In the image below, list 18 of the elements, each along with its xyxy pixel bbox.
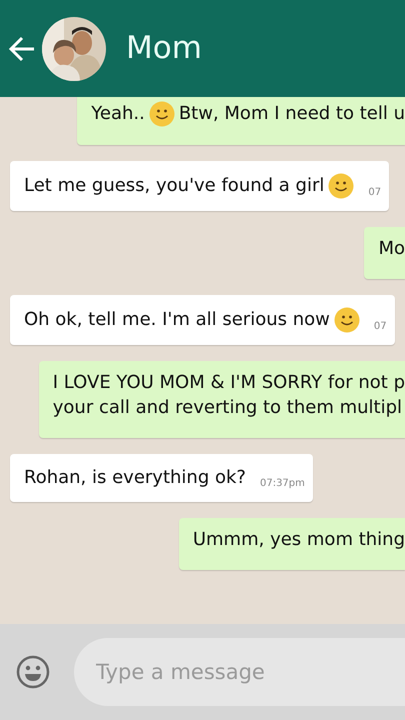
- message-time: 07:37pm: [260, 476, 305, 490]
- message-field[interactable]: Type a message: [74, 638, 405, 706]
- smiley-icon: [334, 307, 360, 334]
- message-text: Yeah..: [91, 102, 145, 126]
- emoji-icon[interactable]: [16, 655, 50, 689]
- smiley-icon: [328, 173, 354, 199]
- message-text: Rohan, is everything ok?: [24, 466, 246, 490]
- message-time: 07: [374, 320, 387, 334]
- message-text: Ummm, yes mom thing: [192, 528, 405, 552]
- smiley-icon: [148, 101, 175, 127]
- message-text: Oh ok, tell me. I'm all serious now: [24, 308, 330, 332]
- message-text: Mo: [378, 237, 405, 261]
- message-text: your call and reverting to them multipl: [52, 396, 402, 420]
- message-text: Btw, Mom I need to tell u: [178, 102, 405, 126]
- message-text: I LOVE YOU MOM & I'M SORRY for not p: [52, 371, 405, 396]
- message-text: Let me guess, you've found a girl: [24, 174, 324, 198]
- contact-name: Mom: [126, 29, 202, 68]
- message-time: 07: [368, 186, 382, 199]
